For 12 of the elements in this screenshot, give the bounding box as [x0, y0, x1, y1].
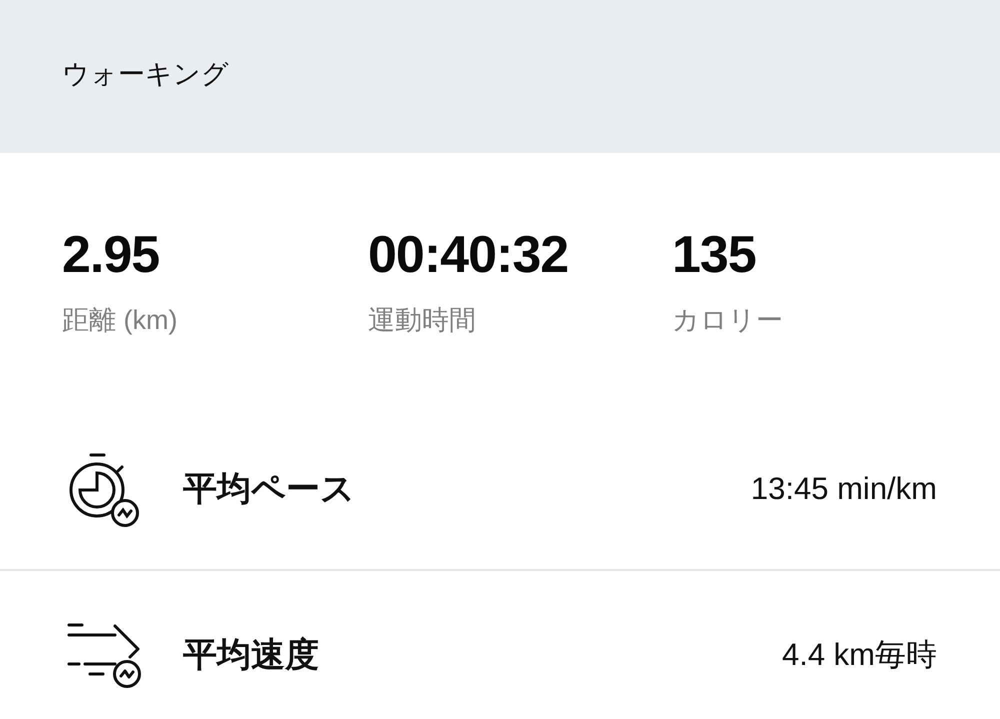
metric-value: 13:45 min/km — [750, 470, 937, 508]
page-title: ウォーキング — [62, 58, 229, 92]
stat-value: 135 — [672, 229, 756, 281]
stat-label: 距離 (km) — [62, 307, 178, 334]
stat-label: 運動時間 — [368, 307, 476, 334]
stat-label: カロリー — [672, 307, 783, 334]
stat-value: 2.95 — [62, 229, 160, 281]
stat-value: 00:40:32 — [368, 229, 568, 281]
metric-label: 平均ペース — [183, 469, 356, 510]
metric-label: 平均速度 — [183, 634, 320, 676]
metric-value: 4.4 km毎時 — [782, 636, 937, 674]
speed-lines-icon — [66, 621, 142, 689]
